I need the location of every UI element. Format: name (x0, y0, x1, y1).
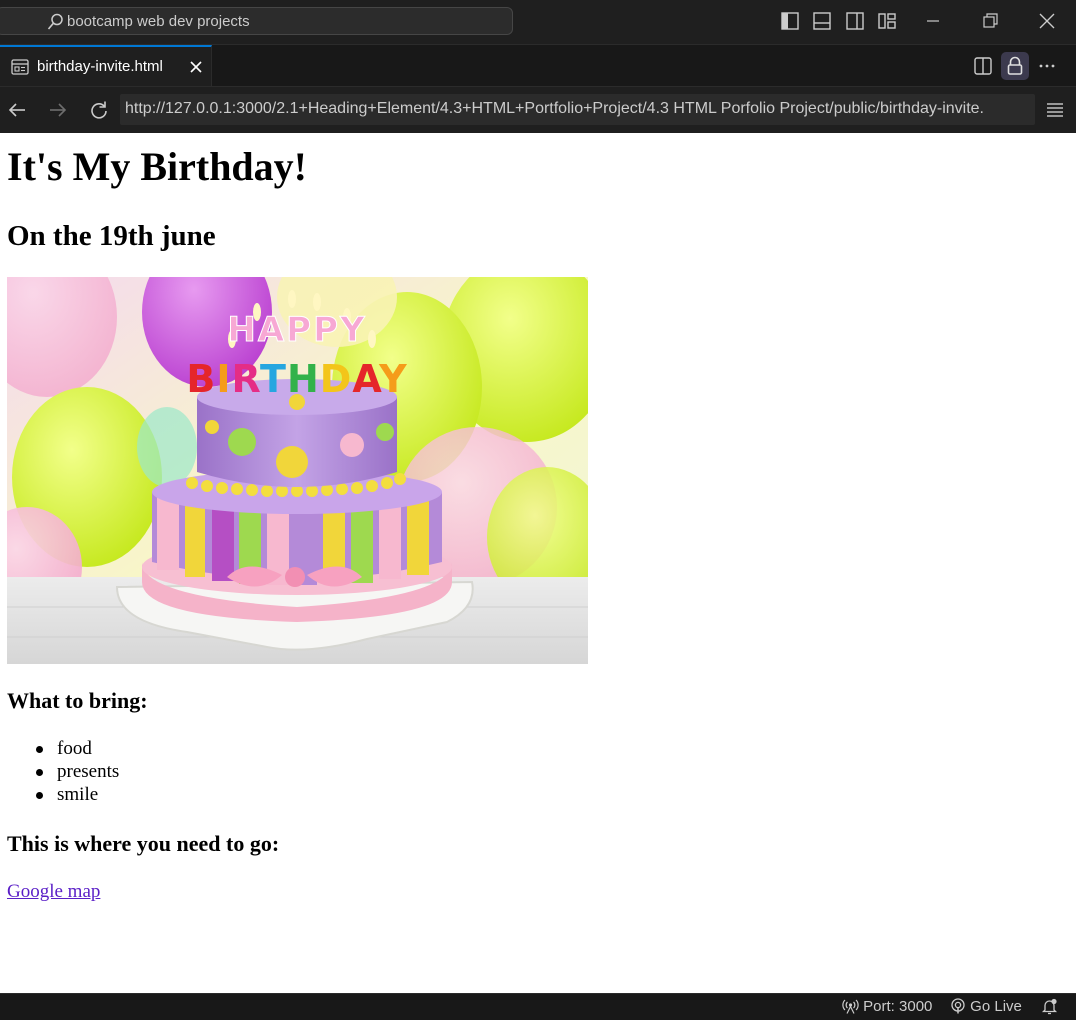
list-item: presents (7, 760, 119, 783)
split-editor-icon[interactable] (972, 55, 994, 77)
lock-icon (1007, 56, 1023, 75)
browser-menu-icon[interactable] (1044, 99, 1066, 121)
command-center-search[interactable]: bootcamp web dev projects (0, 7, 513, 35)
notifications-bell-icon[interactable] (1041, 998, 1058, 1015)
toggle-secondary-sidebar-icon[interactable] (845, 11, 865, 31)
tab-label: birthday-invite.html (37, 58, 163, 75)
list-item-text: food (57, 738, 92, 759)
close-tab-icon[interactable] (188, 59, 204, 75)
list-item: smile (7, 783, 119, 806)
go-live-label: Go Live (970, 998, 1022, 1015)
birthday-cake-image: HAPPY BIRTHDAY (7, 277, 588, 664)
list-item-text: smile (57, 784, 99, 805)
bring-list: food presents smile (7, 737, 119, 806)
forward-arrow-icon[interactable] (47, 99, 69, 121)
page-title: It's My Birthday! (7, 144, 307, 189)
list-item-text: presents (57, 761, 120, 782)
lock-editor-group-button[interactable] (1001, 52, 1029, 80)
directions-heading: This is where you need to go: (7, 831, 280, 856)
editor-tab-bar: birthday-invite.html (0, 45, 1076, 87)
back-arrow-icon[interactable] (6, 99, 28, 121)
google-map-link[interactable]: Google map (7, 881, 100, 903)
more-actions-icon[interactable] (1036, 55, 1058, 77)
tab-birthday-invite[interactable]: birthday-invite.html (0, 45, 212, 86)
reload-icon[interactable] (88, 99, 110, 121)
command-center-label: bootcamp web dev projects (67, 13, 250, 30)
what-to-bring-heading: What to bring: (7, 688, 148, 713)
bullet (36, 746, 43, 753)
close-window-icon[interactable] (1036, 10, 1058, 32)
url-text: http://127.0.0.1:3000/2.1+Heading+Elemen… (125, 100, 984, 117)
search-icon (47, 13, 63, 30)
url-input[interactable]: http://127.0.0.1:3000/2.1+Heading+Elemen… (120, 94, 1035, 125)
toggle-primary-sidebar-icon[interactable] (780, 11, 800, 31)
go-live-status[interactable]: Go Live (950, 998, 1022, 1015)
toggle-panel-icon[interactable] (812, 11, 832, 31)
port-label: Port: 3000 (863, 998, 933, 1015)
browser-toolbar: http://127.0.0.1:3000/2.1+Heading+Elemen… (0, 87, 1076, 133)
list-item: food (7, 737, 119, 760)
go-live-icon (951, 998, 965, 1014)
customize-layout-icon[interactable] (877, 11, 897, 31)
bullet (36, 792, 43, 799)
page-viewport: It's My Birthday! On the 19th june HAPPY… (0, 133, 1076, 993)
minimize-icon[interactable] (922, 10, 944, 32)
browser-preview-icon (11, 59, 29, 75)
svg-text:HAPPY: HAPPY (227, 310, 366, 350)
title-bar: bootcamp web dev projects (0, 0, 1076, 45)
restore-icon[interactable] (979, 10, 1001, 32)
broadcast-icon (842, 999, 859, 1014)
port-status[interactable]: Port: 3000 (842, 998, 932, 1015)
bullet (36, 769, 43, 776)
svg-text:BIRTHDAY: BIRTHDAY (186, 357, 407, 401)
status-bar: Port: 3000 Go Live (0, 993, 1076, 1020)
page-subtitle: On the 19th june (7, 220, 216, 252)
